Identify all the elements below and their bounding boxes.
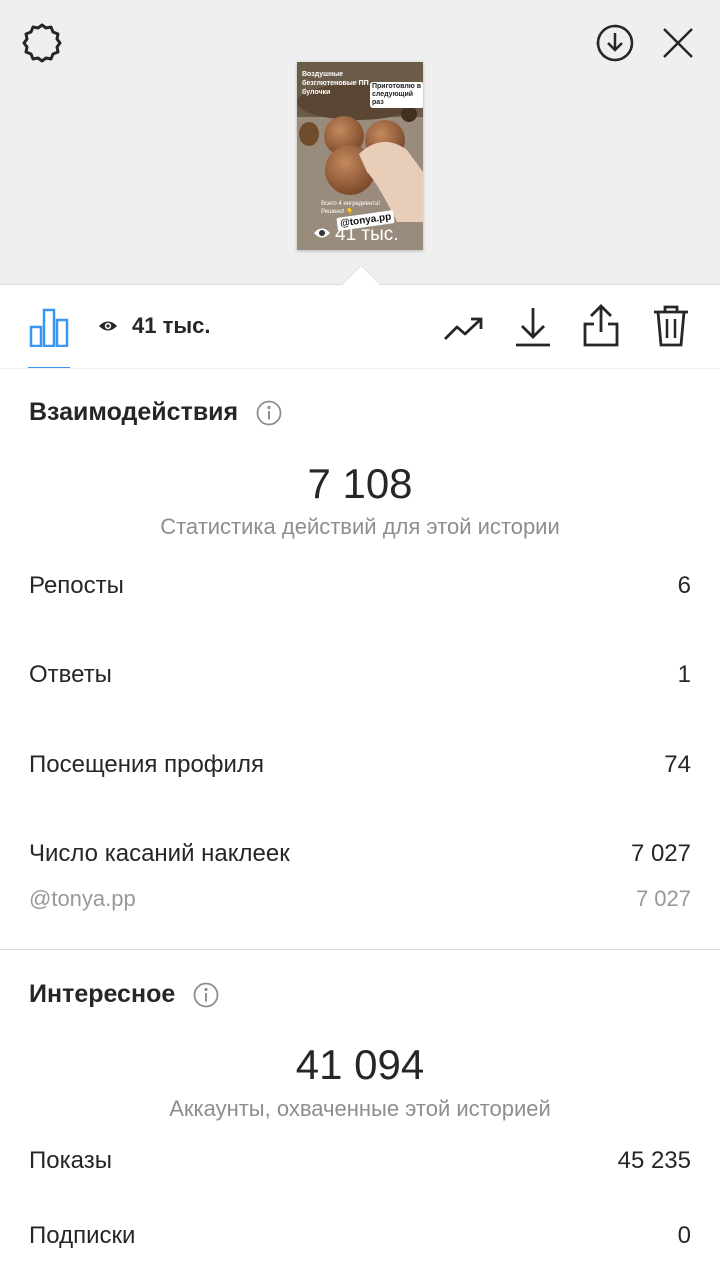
stat-row-reposts: Репосты 6 [29, 572, 691, 600]
discovery-section-title: Интересное [29, 980, 219, 1009]
story-caption: Воздушные безглютеновые ПП булочки [302, 71, 369, 96]
bar-chart-icon[interactable] [28, 305, 70, 349]
section-divider [0, 949, 720, 950]
toolbar: 41 тыс. [0, 285, 720, 369]
eye-icon [313, 224, 331, 246]
settings-icon[interactable] [20, 21, 64, 65]
stat-label: Подписки [29, 1222, 136, 1249]
interactions-total: 7 108 [307, 460, 413, 507]
trending-icon[interactable] [442, 309, 486, 349]
story-thumbnail[interactable]: Воздушные безглютеновые ПП булочки Приго… [297, 62, 423, 250]
stat-label: @tonya.pp [29, 886, 136, 911]
interactions-title: Взаимодействия [29, 398, 239, 426]
stat-value: 45 235 [617, 1147, 691, 1174]
stat-value: 6 [677, 572, 691, 599]
discovery-total: 41 094 [295, 1041, 425, 1088]
story-views-count: 41 тыс. [335, 224, 399, 245]
stat-row-profile-visits: Посещения профиля 74 [29, 751, 691, 779]
info-icon[interactable] [256, 400, 282, 426]
stat-label: Ответы [29, 661, 112, 688]
stat-value: 7 027 [635, 886, 691, 911]
stat-row-sticker-taps: Число касаний наклеек 7 027 [29, 840, 691, 868]
story-views-overlay: 41 тыс. [313, 224, 399, 246]
share-icon[interactable] [580, 303, 622, 349]
stat-value: 74 [664, 751, 691, 778]
stat-label: Репосты [29, 572, 124, 599]
stat-value: 1 [677, 661, 691, 688]
stat-row-impressions: Показы 45 235 [29, 1147, 691, 1175]
eye-icon [98, 313, 118, 339]
toolbar-divider [0, 368, 720, 369]
pointer-caret [342, 266, 380, 285]
stat-row-sticker-mention: @tonya.pp 7 027 [29, 886, 691, 912]
discovery-subtitle: Аккаунты, охваченные этой историей [169, 1096, 551, 1121]
stat-row-follows: Подписки 0 [29, 1222, 691, 1250]
interactions-section-title: Взаимодействия [29, 398, 282, 427]
stat-label: Показы [29, 1147, 112, 1174]
stat-label: Число касаний наклеек [29, 840, 290, 867]
download-circle-icon[interactable] [593, 21, 637, 65]
close-icon[interactable] [658, 23, 698, 63]
views-summary: 41 тыс. [98, 313, 211, 339]
stat-value: 0 [677, 1222, 691, 1249]
stat-row-replies: Ответы 1 [29, 661, 691, 689]
story-sticker-text: Приготовлю в следующий раз [370, 82, 423, 108]
interactions-subtitle: Статистика действий для этой истории [160, 514, 560, 539]
stat-value: 7 027 [630, 840, 691, 867]
discovery-title: Интересное [29, 980, 176, 1008]
stat-label: Посещения профиля [29, 751, 264, 778]
download-icon[interactable] [512, 305, 554, 349]
trash-icon[interactable] [650, 303, 692, 349]
views-count: 41 тыс. [132, 313, 211, 338]
info-icon[interactable] [193, 982, 219, 1008]
